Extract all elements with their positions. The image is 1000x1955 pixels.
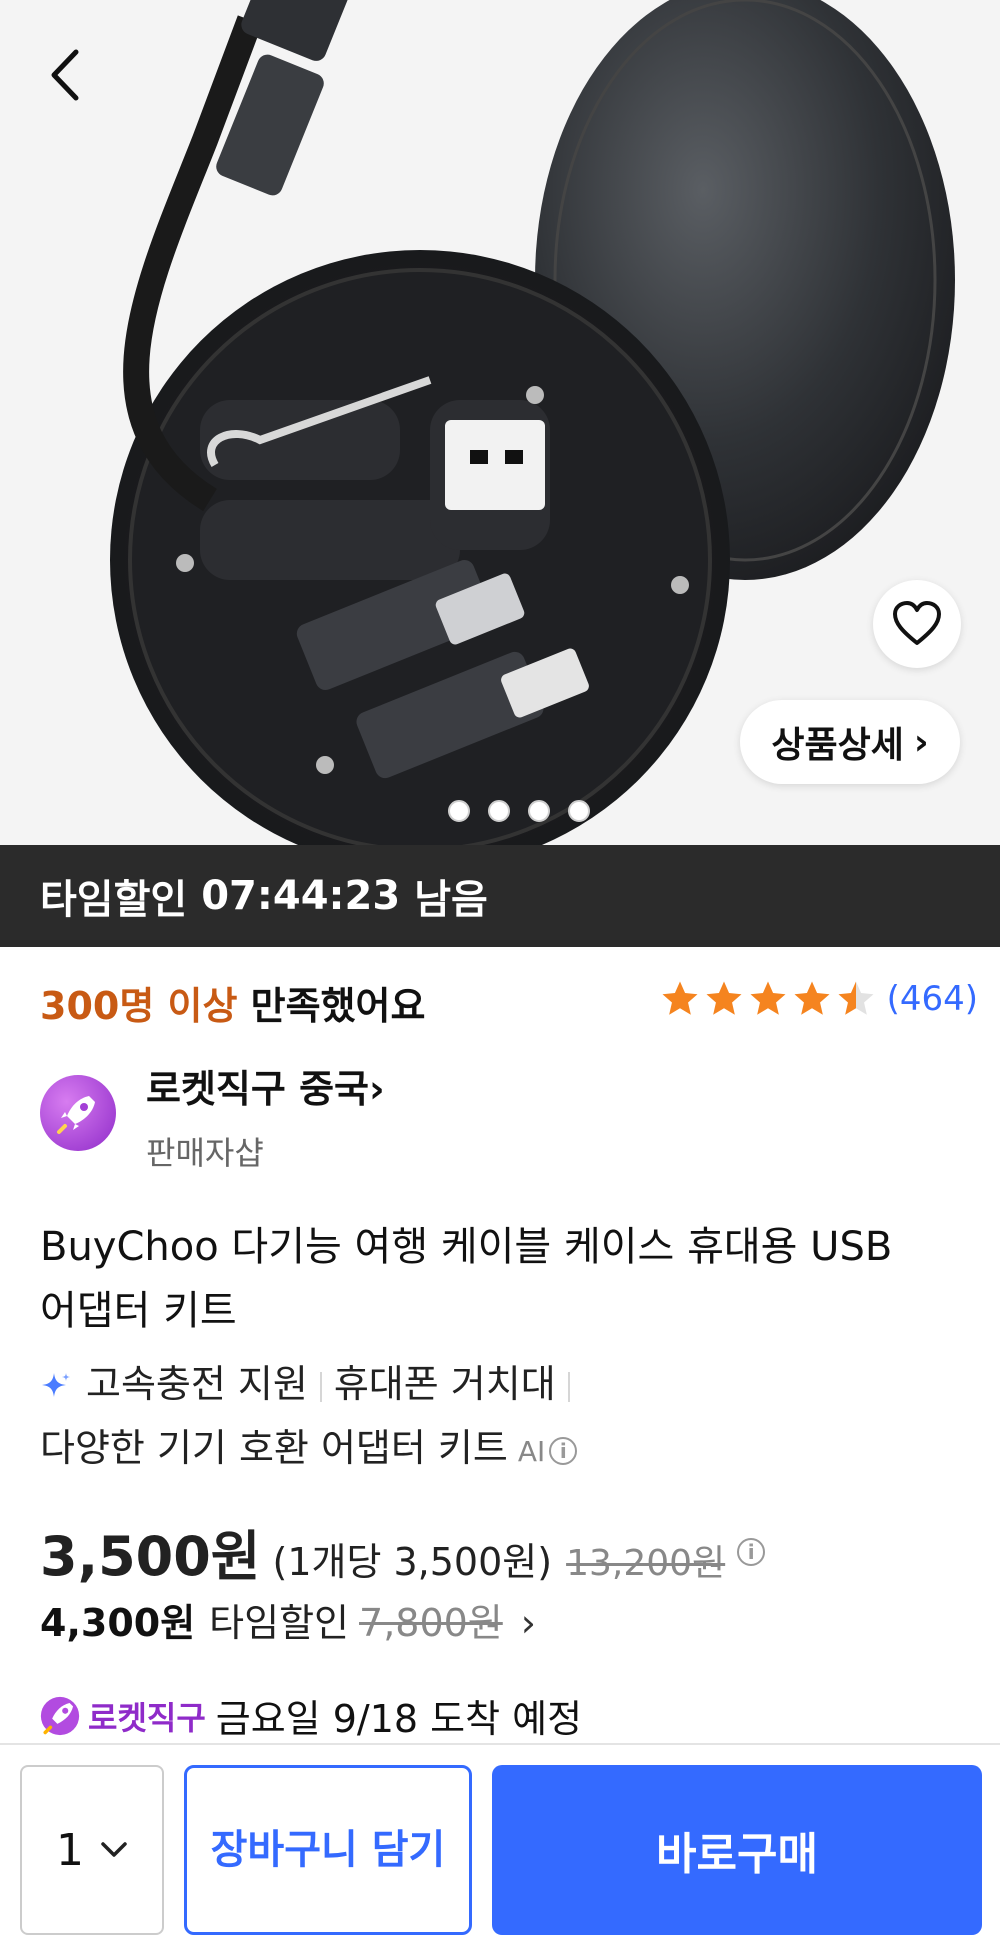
star-full-icon: [706, 981, 742, 1015]
time-sale-label: 타임할인: [40, 877, 188, 923]
time-sale-countdown: 07:44:23: [201, 873, 401, 919]
ai-label: AI: [517, 1435, 546, 1468]
time-sale-original-price: 7,800원: [359, 1601, 503, 1645]
feature-item: 휴대폰 거치대: [333, 1362, 556, 1406]
feature-item: 다양한 기기 호환 어댑터 키트: [40, 1426, 508, 1470]
product-detail-label: 상품상세: [771, 725, 904, 766]
back-button[interactable]: [40, 45, 90, 105]
star-full-icon: [750, 981, 786, 1015]
star-half-icon: [838, 981, 874, 1015]
price-summary: 3,500원 (1개당 3,500원) 13,200원 i: [40, 1512, 766, 1591]
info-icon[interactable]: i: [549, 1436, 578, 1465]
rocket-icon: [57, 1096, 95, 1134]
rocket-icon: [40, 1696, 80, 1735]
wishlist-button[interactable]: [873, 580, 961, 668]
satisfaction-highlight: 300명 이상: [40, 984, 238, 1028]
info-icon[interactable]: i: [737, 1537, 766, 1566]
carousel-dot[interactable]: [528, 800, 550, 822]
time-sale-suffix: 남음: [414, 877, 488, 923]
chevron-right-icon: ›: [520, 1601, 536, 1645]
feature-item: 고속충전 지원: [86, 1362, 308, 1406]
review-count[interactable]: (464): [887, 979, 978, 1019]
time-sale-banner: 타임할인 07:44:23 남음: [0, 845, 1000, 947]
purchase-bar: 1 장바구니 담기 바로구매: [0, 1743, 1000, 1955]
ai-feature-summary: 고속충전 지원 휴대폰 거치대 다양한 기기 호환 어댑터 키트 AI i: [40, 1352, 960, 1484]
satisfaction-summary: 300명 이상 만족했어요: [40, 975, 425, 1030]
divider: [319, 1371, 322, 1402]
sale-price: 3,500원: [40, 1525, 261, 1588]
time-sale-price: 4,300원: [40, 1601, 196, 1645]
heart-icon: [893, 601, 941, 645]
seller-avatar[interactable]: [40, 1075, 116, 1151]
delivery-date: 금요일 9/18 도착 예정: [215, 1697, 583, 1741]
product-detail-button[interactable]: 상품상세 ›: [740, 700, 960, 784]
star-full-icon: [794, 981, 830, 1015]
carousel-dot[interactable]: [448, 800, 470, 822]
chevron-down-icon: [101, 1842, 127, 1857]
rating-summary[interactable]: (464): [659, 978, 978, 1020]
time-sale-price-row[interactable]: 4,300원 타임할인 7,800원 ›: [40, 1592, 536, 1647]
rocket-direct-badge: 로켓직구: [88, 1698, 206, 1737]
product-title: BuyChoo 다기능 여행 케이블 케이스 휴대용 USB 어댑터 키트: [40, 1224, 893, 1334]
star-full-icon: [662, 981, 698, 1015]
seller-shop-label: 판매자샵: [146, 1134, 264, 1172]
quantity-selector[interactable]: 1: [20, 1765, 164, 1935]
carousel-indicator: [448, 800, 590, 822]
seller-name-link[interactable]: 로켓직구 중국›: [146, 1058, 385, 1113]
carousel-dot[interactable]: [488, 800, 510, 822]
chevron-right-icon: ›: [913, 721, 929, 763]
chevron-left-icon: [51, 49, 79, 101]
time-sale-price-label: 타임할인: [209, 1601, 350, 1645]
divider: [567, 1371, 570, 1402]
carousel-dot[interactable]: [568, 800, 590, 822]
unit-price: (1개당 3,500원): [272, 1540, 553, 1584]
satisfaction-text: 만족했어요: [250, 984, 426, 1028]
product-image-carousel[interactable]: 상품상세 ›: [0, 0, 1000, 845]
seller-name: 로켓직구 중국: [146, 1067, 369, 1111]
chevron-right-icon: ›: [369, 1067, 385, 1111]
delivery-info: 로켓직구 금요일 9/18 도착 예정: [40, 1688, 582, 1743]
quantity-value: 1: [56, 1824, 84, 1876]
sparkle-icon: [42, 1372, 70, 1397]
buy-now-button[interactable]: 바로구매: [492, 1765, 982, 1935]
add-to-cart-button[interactable]: 장바구니 담기: [184, 1765, 472, 1935]
original-price: 13,200원: [566, 1543, 726, 1584]
